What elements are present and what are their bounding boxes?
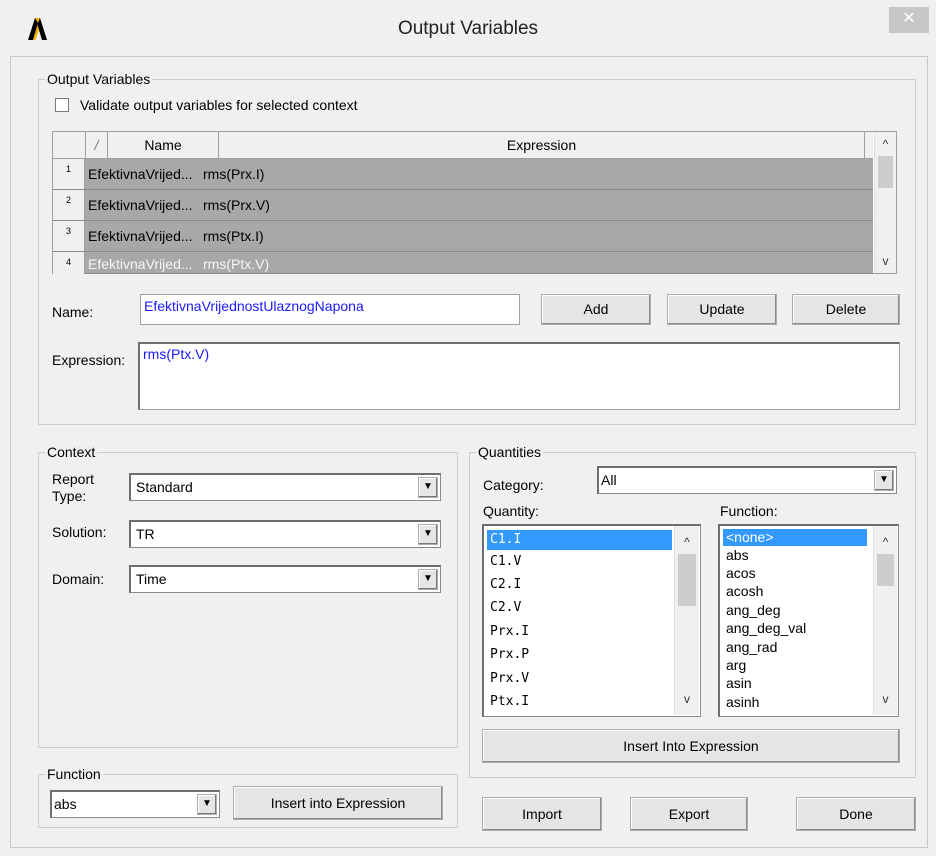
done-button[interactable]: Done: [796, 797, 916, 831]
report-type-value: Standard: [136, 479, 193, 495]
function-list[interactable]: <none> abs acos acosh ang_deg ang_deg_va…: [718, 524, 899, 717]
list-item[interactable]: C2.I: [487, 575, 521, 595]
delete-button[interactable]: Delete: [792, 294, 900, 325]
validate-label: Validate output variables for selected c…: [80, 97, 358, 113]
function-scrollbar[interactable]: ^ v: [873, 526, 897, 715]
cell-expression: rms(Prx.V): [203, 197, 270, 213]
title-bar: Output Variables ✕: [0, 0, 936, 56]
list-item[interactable]: asin: [723, 675, 752, 692]
cell-name: EfektivnaVrijed...: [88, 197, 193, 213]
scroll-up-icon[interactable]: ^: [675, 532, 699, 552]
domain-label: Domain:: [52, 571, 105, 587]
close-button[interactable]: ✕: [889, 7, 929, 33]
solution-value: TR: [136, 526, 155, 542]
name-label: Name:: [52, 304, 94, 320]
scroll-thumb[interactable]: [878, 156, 893, 188]
row-number: 4: [53, 252, 85, 274]
chevron-down-icon[interactable]: ▼: [197, 794, 217, 815]
scroll-down-icon[interactable]: v: [874, 689, 897, 709]
list-item[interactable]: C1.I: [487, 530, 672, 550]
function-select[interactable]: abs ▼: [50, 790, 220, 818]
list-item[interactable]: arg: [723, 657, 746, 674]
list-item[interactable]: <none>: [723, 529, 867, 546]
list-item[interactable]: ang_deg_val: [723, 620, 806, 637]
domain-value: Time: [136, 571, 167, 587]
insert-into-expression-quantities-button[interactable]: Insert Into Expression: [482, 729, 900, 763]
sort-indicator-icon[interactable]: /: [86, 132, 108, 158]
cell-expression: rms(Prx.I): [203, 166, 265, 182]
chevron-down-icon[interactable]: ▼: [418, 569, 438, 590]
cell-expression: rms(Ptx.I): [203, 228, 264, 244]
scroll-down-icon[interactable]: v: [675, 689, 699, 709]
quantity-scrollbar[interactable]: ^ v: [674, 526, 699, 715]
quantity-label: Quantity:: [483, 503, 540, 519]
list-item[interactable]: asinh: [723, 694, 759, 711]
list-item[interactable]: acos: [723, 565, 756, 582]
list-item[interactable]: acosh: [723, 583, 763, 600]
list-item[interactable]: ang_rad: [723, 639, 777, 656]
report-type-select[interactable]: Standard ▼: [129, 473, 441, 501]
solution-select[interactable]: TR ▼: [129, 520, 441, 548]
export-button[interactable]: Export: [630, 797, 748, 831]
table-row[interactable]: 1 EfektivnaVrijed... rms(Prx.I): [53, 159, 873, 190]
cell-expression: rms(Ptx.V): [203, 256, 270, 272]
validate-checkbox[interactable]: [55, 98, 69, 112]
list-item[interactable]: C2.V: [487, 598, 521, 618]
cell-name: EfektivnaVrijed...: [88, 256, 193, 272]
row-header-corner: [53, 132, 86, 158]
row-number: 3: [53, 221, 85, 251]
function-list-label: Function:: [720, 503, 778, 519]
list-item[interactable]: ang_deg: [723, 602, 781, 619]
list-item[interactable]: abs: [723, 547, 749, 564]
table-scrollbar[interactable]: ^ v: [874, 132, 896, 273]
expression-field[interactable]: rms(Ptx.V): [138, 342, 900, 410]
table-row[interactable]: 3 EfektivnaVrijed... rms(Ptx.I): [53, 221, 873, 252]
table-row-selected[interactable]: 4 EfektivnaVrijed... rms(Ptx.V): [53, 252, 873, 274]
scroll-down-icon[interactable]: v: [875, 251, 896, 271]
update-button[interactable]: Update: [667, 294, 777, 325]
scroll-up-icon[interactable]: ^: [875, 134, 896, 154]
row-number: 1: [53, 159, 85, 189]
column-header-expression[interactable]: Expression: [219, 132, 865, 158]
function-value: abs: [54, 796, 77, 812]
cell-name: EfektivnaVrijed...: [88, 228, 193, 244]
column-header-name[interactable]: Name: [108, 132, 219, 158]
chevron-down-icon[interactable]: ▼: [874, 470, 894, 491]
list-item[interactable]: Prx.I: [487, 622, 529, 642]
insert-into-expression-button[interactable]: Insert into Expression: [233, 786, 443, 820]
scroll-up-icon[interactable]: ^: [874, 532, 897, 552]
list-item[interactable]: Ptx.I: [487, 692, 529, 712]
scroll-thumb[interactable]: [877, 554, 894, 586]
list-item[interactable]: Prx.V: [487, 669, 529, 689]
name-field[interactable]: EfektivnaVrijednostUlaznogNapona: [140, 294, 520, 325]
chevron-down-icon[interactable]: ▼: [418, 477, 438, 498]
import-button[interactable]: Import: [482, 797, 602, 831]
quantities-group-label: Quantities: [476, 444, 544, 460]
table-row[interactable]: 2 EfektivnaVrijed... rms(Prx.V): [53, 190, 873, 221]
category-select[interactable]: All ▼: [597, 466, 897, 494]
function-group-label: Function: [45, 766, 103, 782]
quantity-list[interactable]: C1.I C1.V C2.I C2.V Prx.I Prx.P Prx.V Pt…: [482, 524, 701, 717]
output-variables-table: / Name Expression 1 EfektivnaVrijed... r…: [52, 131, 897, 274]
table-header: / Name Expression: [53, 132, 873, 159]
context-group-label: Context: [45, 444, 98, 460]
row-number: 2: [53, 190, 85, 220]
category-label: Category:: [483, 477, 544, 493]
add-button[interactable]: Add: [541, 294, 651, 325]
expression-label: Expression:: [52, 352, 126, 368]
report-type-label: Report Type:: [52, 471, 95, 504]
category-value: All: [601, 472, 617, 488]
cell-name: EfektivnaVrijed...: [88, 166, 193, 182]
solution-label: Solution:: [52, 524, 107, 540]
scroll-thumb[interactable]: [678, 554, 696, 606]
output-variables-group-label: Output Variables: [45, 71, 153, 87]
window-title: Output Variables: [397, 18, 539, 39]
domain-select[interactable]: Time ▼: [129, 565, 441, 593]
list-item[interactable]: Prx.P: [487, 645, 529, 665]
chevron-down-icon[interactable]: ▼: [418, 524, 438, 545]
list-item[interactable]: C1.V: [487, 552, 521, 572]
